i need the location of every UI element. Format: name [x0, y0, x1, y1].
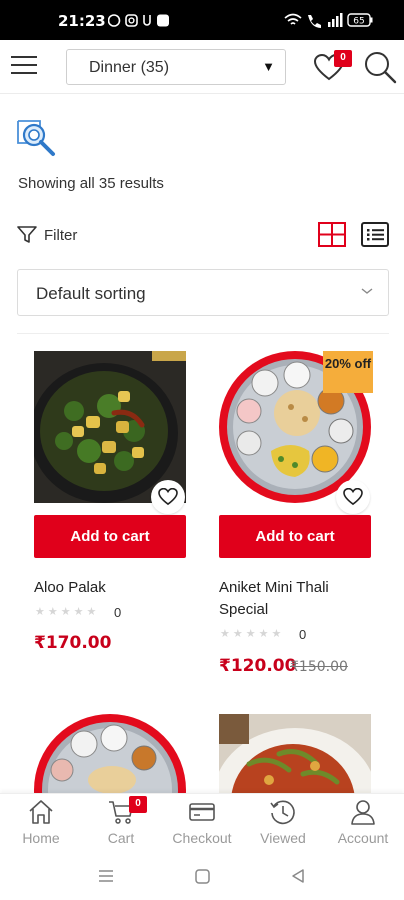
- menu-icon[interactable]: [11, 56, 37, 76]
- cart-badge: 0: [129, 796, 147, 813]
- wishlist-toggle[interactable]: [336, 480, 370, 514]
- product-image[interactable]: [34, 714, 186, 793]
- product-price: ₹120.00: [219, 656, 297, 676]
- system-status-icons: 65: [284, 13, 373, 28]
- results-count: Showing all 35 results: [18, 175, 164, 192]
- search-icon[interactable]: [363, 50, 397, 84]
- product-price: ₹170.00: [34, 633, 112, 653]
- status-bar: 21:23 65: [0, 0, 404, 40]
- list-view-icon[interactable]: [360, 221, 390, 249]
- history-icon: [270, 800, 295, 825]
- nav-viewed-label: Viewed: [260, 830, 306, 846]
- status-time: 21:23: [58, 12, 106, 30]
- nav-checkout-label: Checkout: [172, 830, 232, 846]
- wishlist-toggle[interactable]: [151, 480, 185, 514]
- old-price: ₹150.00: [290, 659, 348, 675]
- add-to-cart-button[interactable]: Add to cart: [219, 515, 371, 558]
- nav-account-label: Account: [337, 830, 389, 846]
- category-select[interactable]: Dinner (35) ▼: [66, 49, 286, 85]
- product-name[interactable]: Aloo Palak: [34, 577, 188, 599]
- app-bar: Dinner (35) ▼ 0: [0, 40, 404, 94]
- home-icon: [29, 800, 53, 824]
- user-icon: [351, 800, 375, 825]
- sorting-value: Default sorting: [36, 284, 146, 303]
- heart-icon: [158, 488, 178, 506]
- chevron-down-icon: [361, 288, 373, 294]
- category-select-value: Dinner (35): [89, 59, 170, 76]
- nav-viewed[interactable]: Viewed: [243, 794, 323, 856]
- add-to-cart-button[interactable]: Add to cart: [34, 515, 186, 558]
- system-navigation-bar: [0, 855, 404, 900]
- rating-stars: ★★★★★: [220, 628, 285, 640]
- notification-icons: [108, 14, 169, 27]
- heart-icon: [343, 488, 363, 506]
- wishlist-badge: 0: [334, 50, 352, 67]
- nav-checkout[interactable]: Checkout: [162, 794, 242, 856]
- recents-icon[interactable]: [98, 869, 114, 883]
- grid-view-icon[interactable]: [317, 221, 347, 249]
- bottom-navigation: Home 0 Cart Checkout Viewed Account: [0, 793, 404, 855]
- back-icon[interactable]: [290, 868, 306, 884]
- filter-label: Filter: [44, 227, 78, 244]
- product-card[interactable]: Add to cart Aloo Palak ★★★★★ 0 ₹170.00: [34, 351, 188, 671]
- product-card[interactable]: 20% off Add to cart Aniket Mini Thali Sp…: [219, 351, 373, 681]
- nav-home-label: Home: [22, 830, 60, 846]
- search-results-icon: [17, 120, 55, 156]
- wishlist-button[interactable]: 0: [313, 49, 353, 85]
- credit-card-icon: [189, 803, 215, 821]
- nav-home[interactable]: Home: [1, 794, 81, 856]
- product-name[interactable]: Aniket Mini Thali Special: [219, 577, 373, 621]
- rating-count: 0: [114, 605, 122, 620]
- divider: [17, 333, 389, 334]
- nav-cart[interactable]: 0 Cart: [81, 794, 161, 856]
- product-image[interactable]: [219, 714, 371, 793]
- sale-badge: 20% off: [323, 351, 373, 393]
- rating-stars: ★★★★★: [35, 606, 100, 618]
- home-nav-icon[interactable]: [195, 869, 210, 884]
- nav-cart-label: Cart: [107, 830, 135, 846]
- nav-account[interactable]: Account: [323, 794, 403, 856]
- caret-down-icon: ▼: [262, 59, 275, 74]
- rating-count: 0: [299, 627, 307, 642]
- battery-level: 65: [353, 17, 364, 27]
- sorting-select[interactable]: Default sorting: [17, 269, 389, 316]
- filter-icon: [17, 226, 37, 243]
